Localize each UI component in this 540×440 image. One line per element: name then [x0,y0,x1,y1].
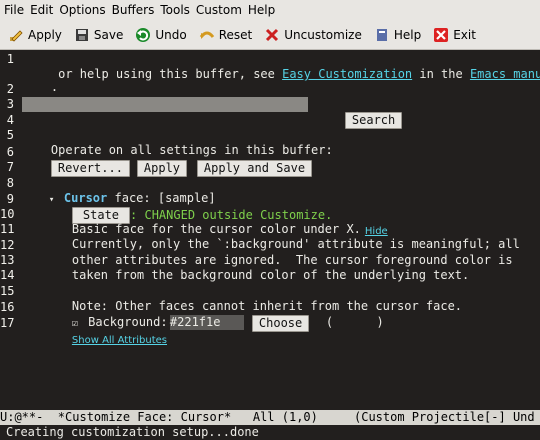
line-number: 13 [0,253,15,267]
easy-customization-link[interactable]: Easy Customization [282,67,412,81]
line-number: 17 [0,316,15,330]
help-book-icon [376,28,387,41]
apply-and-save-button[interactable]: Apply and Save [196,160,313,177]
floppy-disk-icon [75,28,88,41]
toolbar: Apply Save Undo Reset Uncustomize Help E… [0,20,540,50]
reset-icon [199,31,214,39]
color-sample: ( ) [325,315,384,329]
line-number: 3 [6,97,14,111]
red-x-icon [266,28,279,41]
line-number: 4 [6,113,14,127]
close-icon [434,27,449,42]
uncustomize-button[interactable]: Uncustomize [264,27,362,43]
line-number: 12 [0,238,15,252]
line-number: 15 [0,284,15,298]
pencil-icon [10,29,23,42]
line-number: 9 [6,192,14,206]
menu-options[interactable]: Options [59,3,105,17]
line-number: 8 [6,176,14,190]
emacs-manual-link[interactable]: Emacs manual [470,67,540,81]
customize-buffer[interactable]: 1 2 3 4 5 6 7 8 9 10 11 12 13 14 15 16 1… [0,50,540,410]
menu-bar: File Edit Options Buffers Tools Custom H… [0,0,540,20]
line-number: 2 [6,82,14,96]
menu-help[interactable]: Help [248,3,275,17]
exit-button[interactable]: Exit [433,27,476,43]
search-button[interactable]: Search [344,112,403,129]
menu-tools[interactable]: Tools [160,3,190,17]
undo-icon [136,27,151,42]
menu-buffers[interactable]: Buffers [112,3,155,17]
doc-text: taken from the background color of the u… [71,268,470,282]
line-number: 7 [6,160,14,174]
save-button[interactable]: Save [74,27,123,43]
intro-line: or help using this buffer, see Easy Cust… [22,52,540,81]
menu-custom[interactable]: Custom [196,3,242,17]
mode-line: U:@**- *Customize Face: Cursor* All (1,0… [0,410,540,425]
menu-file[interactable]: File [4,3,24,17]
menu-edit[interactable]: Edit [30,3,53,17]
echo-area: Creating customization setup...done [6,425,259,439]
search-input[interactable] [22,97,308,112]
reset-button[interactable]: Reset [199,27,252,43]
line-number: 1 [6,52,14,66]
undo-button[interactable]: Undo [135,27,187,43]
line-number: 5 [6,128,14,142]
line-number: 6 [6,145,14,159]
help-button[interactable]: Help [374,27,421,43]
line-number: 14 [0,268,15,282]
show-all-attributes-link[interactable]: Show All Attributes [72,335,167,346]
line-number: 10 [0,207,15,221]
line-number: 11 [0,222,15,236]
line-number: 16 [0,300,15,314]
apply-button[interactable]: Apply [8,27,62,43]
intro-line-continuation: . [50,80,59,94]
